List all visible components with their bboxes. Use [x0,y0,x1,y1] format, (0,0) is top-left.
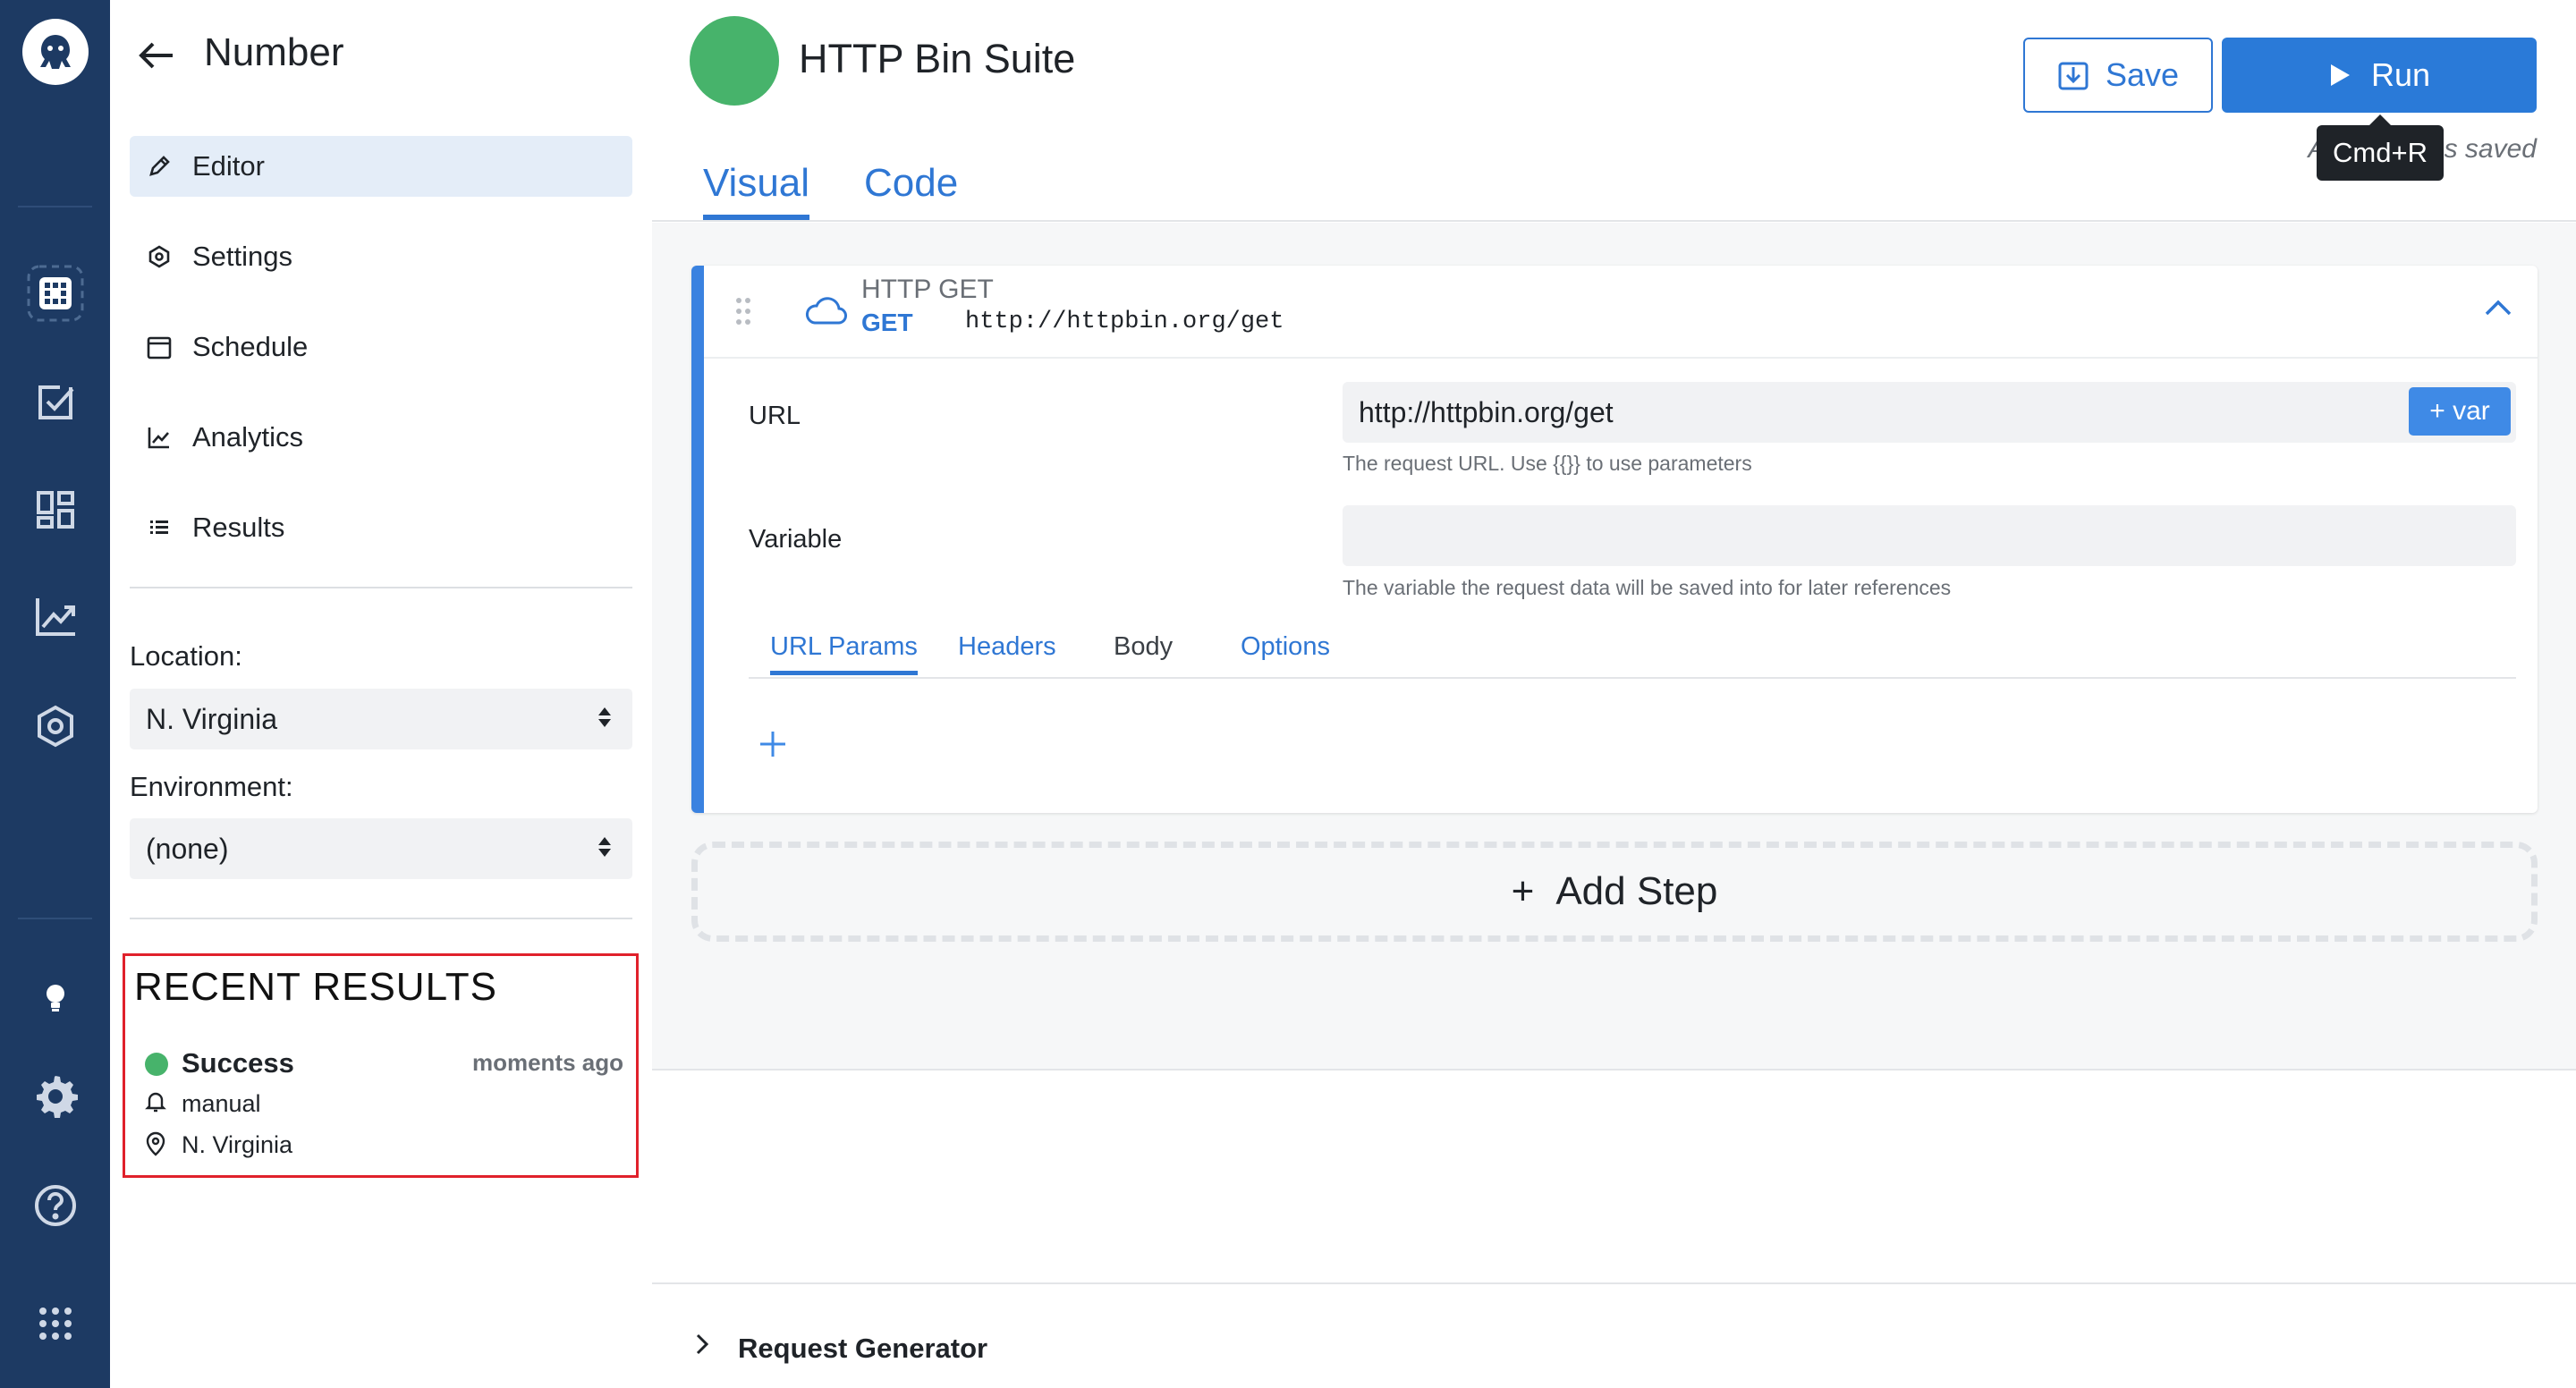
save-label: Save [2105,56,2180,93]
environment-select[interactable]: (none) [130,818,632,879]
request-sub-tabs: URL Params Headers Body Options [749,622,2516,679]
step-url: http://httpbin.org/get [965,309,1284,335]
url-input[interactable]: http://httpbin.org/get + var [1343,382,2516,443]
nav-item-settings[interactable]: Settings [130,226,632,287]
back-arrow-icon[interactable] [137,36,176,75]
suite-status-avatar [690,16,779,106]
nav-label: Settings [192,241,293,272]
location-select[interactable]: N. Virginia [130,689,632,749]
steps-canvas: HTTP GET GET http://httpbin.org/get URL … [652,223,2576,1071]
nav-label: Editor [192,150,265,182]
select-arrows-icon [597,833,613,866]
settings-icon [146,243,173,270]
tab-headers[interactable]: Headers [958,632,1056,671]
variable-input[interactable] [1343,505,2516,566]
dashboard-icon[interactable] [0,483,110,537]
checks-icon[interactable] [0,259,110,327]
result-status[interactable]: Success [182,1047,294,1079]
add-var-button[interactable]: + var [2409,387,2511,436]
environment-value: (none) [146,832,229,865]
url-help: The request URL. Use {{}} to use paramet… [1343,452,1752,475]
list-icon [146,514,173,541]
run-label: Run [2370,56,2431,93]
http-step-card: HTTP GET GET http://httpbin.org/get URL … [691,266,2538,813]
nav-item-schedule[interactable]: Schedule [130,317,632,377]
save-download-icon [2058,62,2089,90]
editor-tabs: Visual Code [652,152,2576,222]
map-pin-icon [145,1131,168,1156]
bell-icon [145,1090,168,1113]
nav-item-results[interactable]: Results [130,497,632,558]
chart-line-icon [146,424,173,451]
run-button[interactable]: Run [2222,38,2537,113]
todo-icon[interactable] [0,376,110,429]
help-icon[interactable] [0,1179,110,1232]
select-arrows-icon [597,703,613,736]
add-step-button[interactable]: + Add Step [691,842,2538,942]
tab-code[interactable]: Code [864,161,958,215]
apps-grid-icon[interactable] [0,1299,110,1349]
save-button[interactable]: Save [2023,38,2213,113]
suite-title[interactable]: HTTP Bin Suite [799,36,1075,82]
result-trigger: manual [182,1090,261,1117]
request-generator-bar[interactable]: Request Generator [652,1282,2576,1388]
sidebar-divider [130,587,632,588]
location-label: Location: [130,640,242,672]
tab-options[interactable]: Options [1241,632,1330,671]
nav-item-analytics[interactable]: Analytics [130,407,632,468]
add-param-plus-icon[interactable] [758,729,788,764]
step-name: HTTP GET [861,275,994,304]
rail-divider [18,206,92,207]
variable-help: The variable the request data will be sa… [1343,576,1952,599]
result-location: N. Virginia [182,1131,293,1158]
gear-icon[interactable] [0,1070,110,1123]
tab-visual[interactable]: Visual [703,161,810,220]
nav-label: Schedule [192,331,309,362]
tab-body[interactable]: Body [1114,632,1173,671]
lightbulb-icon[interactable] [0,980,110,1016]
tab-url-params[interactable]: URL Params [770,632,918,675]
url-value: http://httpbin.org/get [1359,395,1614,428]
step-header[interactable]: HTTP GET GET http://httpbin.org/get [704,266,2538,359]
checkly-logo-icon[interactable] [0,16,110,88]
reporting-icon[interactable] [0,590,110,644]
variable-label: Variable [749,525,843,554]
result-time: moments ago [471,1049,623,1076]
pencil-icon [146,153,173,180]
chevron-up-icon[interactable] [2484,298,2512,322]
main-editor: HTTP Bin Suite Save Run A s saved Cmd+R … [652,0,2576,1388]
url-label: URL [749,402,801,430]
check-title: Number [204,30,344,74]
nav-label: Analytics [192,421,304,453]
request-generator-title: Request Generator [738,1333,988,1364]
plus-icon: + [1511,869,1535,913]
step-method: GET [861,309,913,336]
play-icon [2330,64,2350,86]
nav-item-editor[interactable]: Editor [130,136,632,197]
rail-divider [18,918,92,919]
nav-label: Results [192,512,285,543]
recent-results-panel: RECENT RESULTS Success moments ago manua… [123,953,639,1178]
cloud-icon [804,292,847,333]
success-status-dot [145,1053,168,1076]
location-value: N. Virginia [146,702,278,735]
recent-results-title: RECENT RESULTS [134,965,498,1009]
hexagon-settings-icon[interactable] [0,699,110,753]
add-step-label: Add Step [1555,869,1718,913]
chevron-right-icon[interactable] [695,1333,709,1360]
check-sidebar: Number Editor Settings Schedule Analytic… [110,0,652,1388]
sidebar-divider [130,918,632,919]
environment-label: Environment: [130,771,293,802]
calendar-icon [146,334,173,360]
drag-handle-icon[interactable] [734,296,752,331]
app-rail [0,0,110,1388]
